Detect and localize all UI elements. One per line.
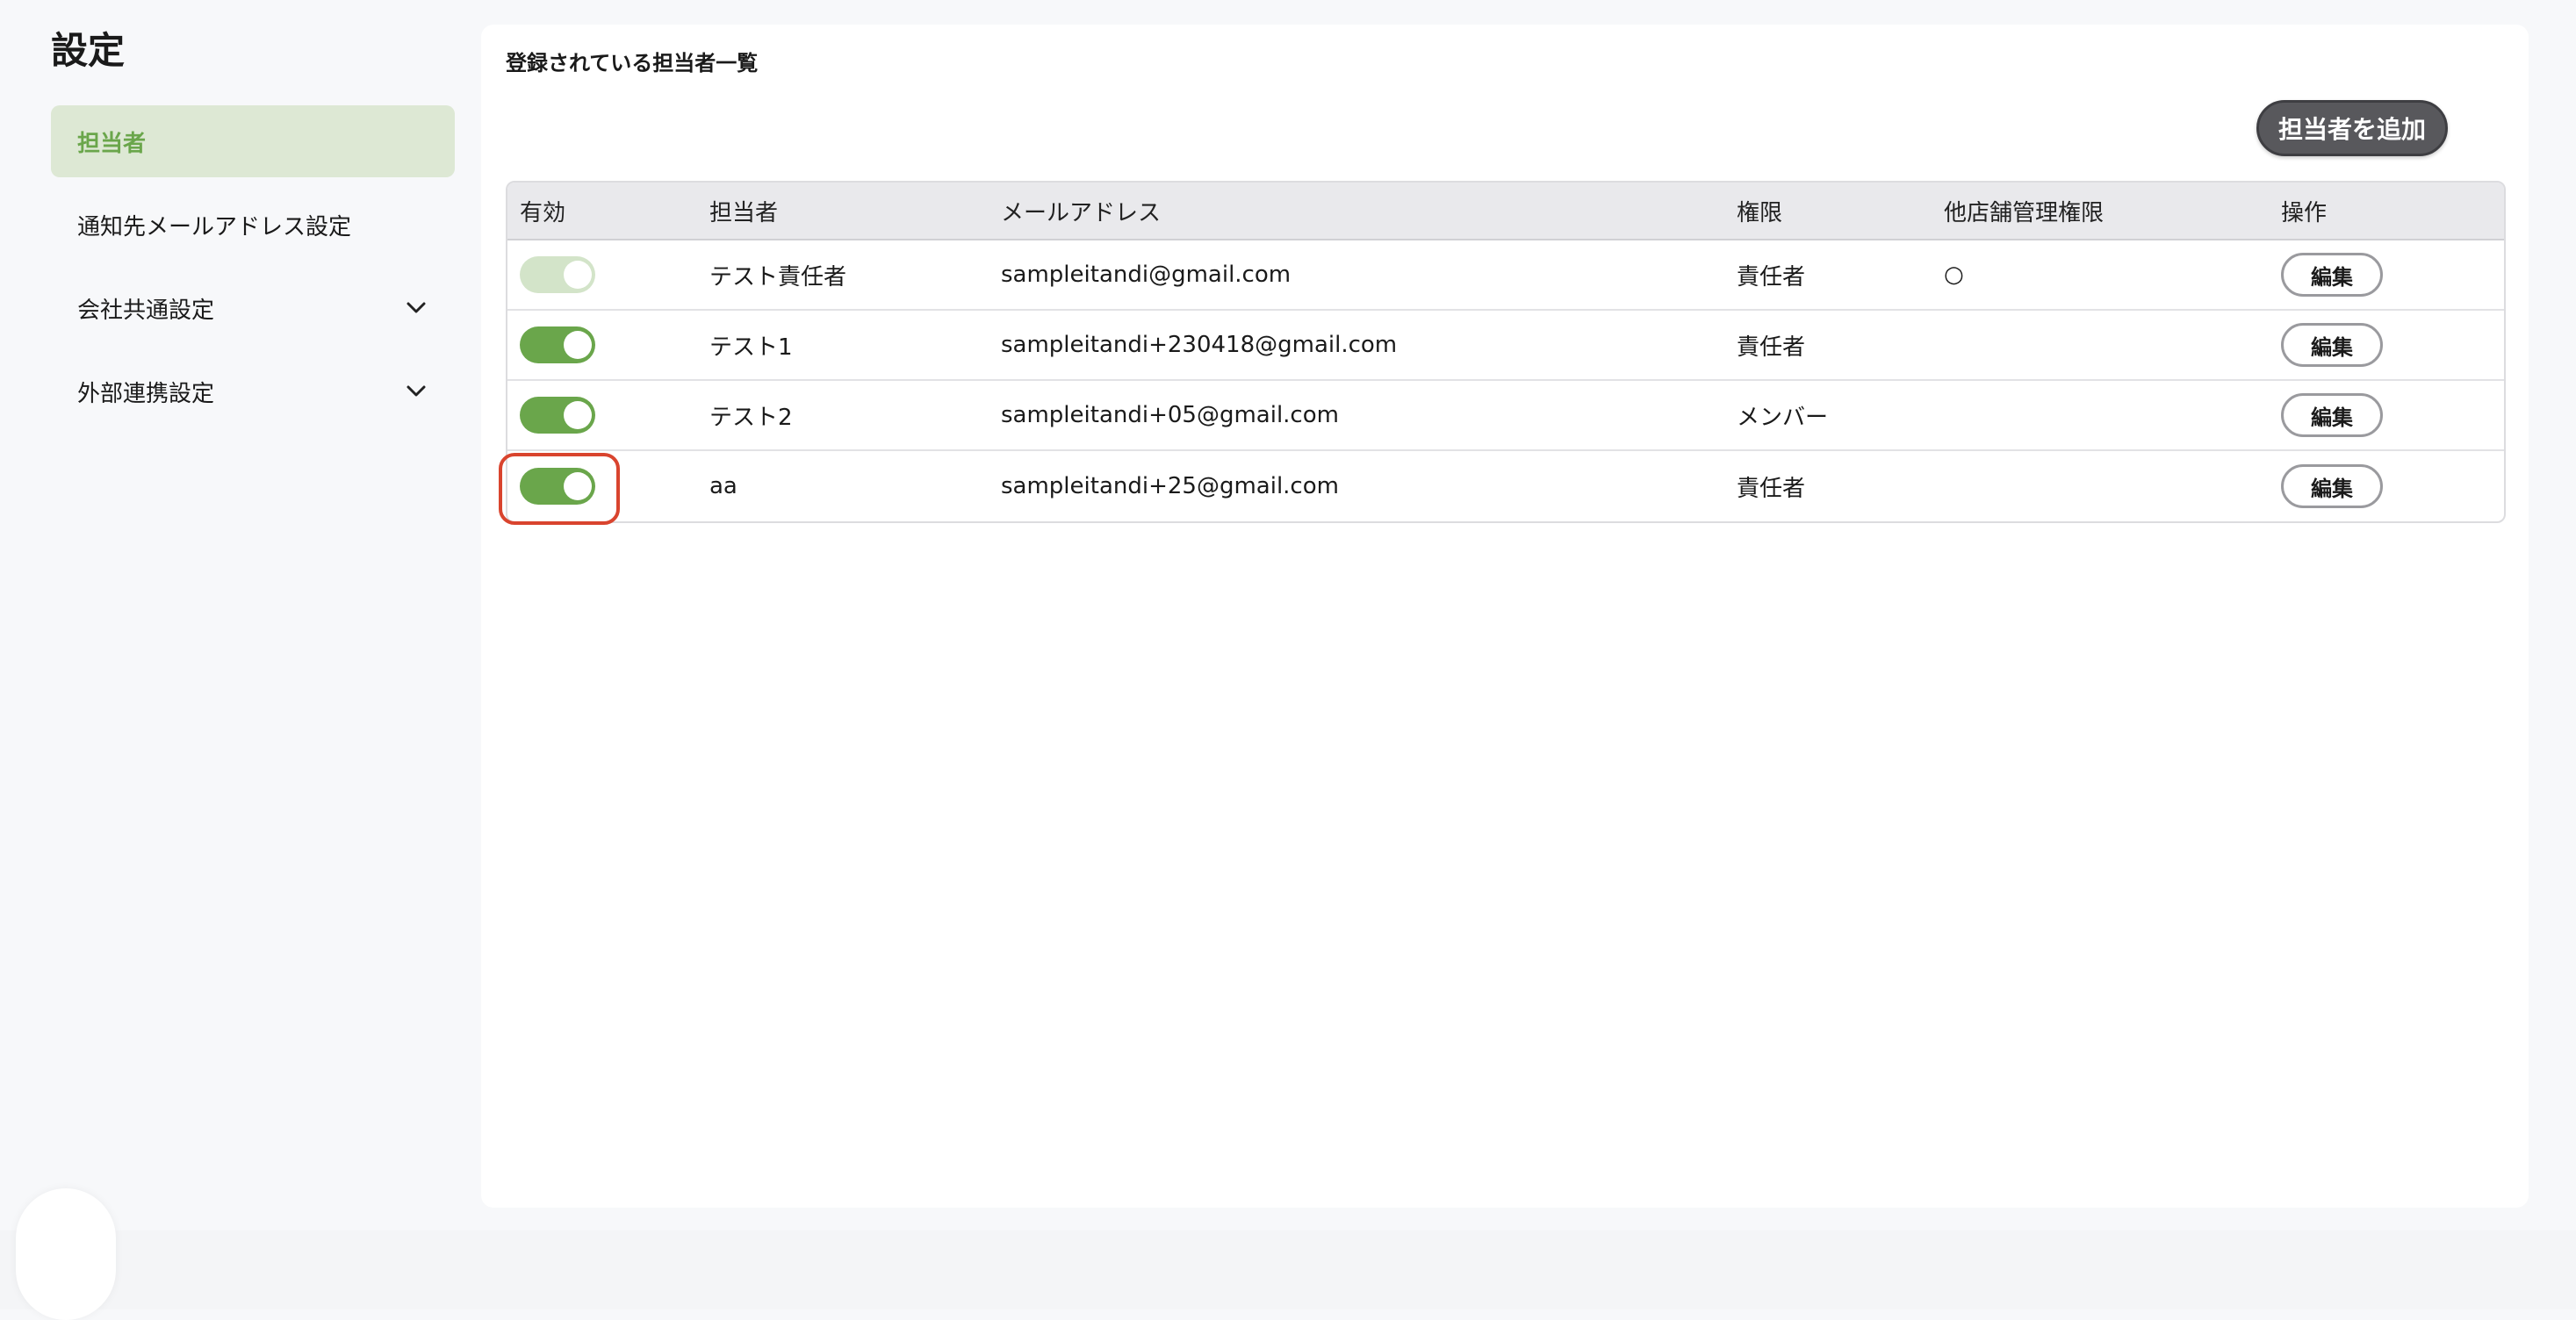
staff-role: 責任者 <box>1737 475 1806 502</box>
edit-button[interactable]: 編集 <box>2281 323 2383 367</box>
staff-name: テスト1 <box>709 334 793 361</box>
staff-name: テスト責任者 <box>709 263 847 291</box>
staff-role: 責任者 <box>1737 334 1806 361</box>
table-row: テスト1 sampleitandi+230418@gmail.com 責任者 編… <box>507 311 2504 381</box>
staff-list-panel: 登録されている担当者一覧 担当者を追加 有効 担当者 メールアドレス 権限 他店… <box>481 25 2529 1208</box>
add-staff-button[interactable]: 担当者を追加 <box>2256 100 2448 156</box>
staff-name: テスト2 <box>709 404 793 431</box>
staff-role: 責任者 <box>1737 263 1806 291</box>
sidebar-item-label: 担当者 <box>77 130 147 157</box>
column-header-email: メールアドレス <box>1001 199 1162 226</box>
sidebar-item-company-settings[interactable]: 会社共通設定 <box>51 272 455 344</box>
table-row: テスト2 sampleitandi+05@gmail.com メンバー 編集 <box>507 381 2504 451</box>
sidebar-item-external-integration[interactable]: 外部連携設定 <box>51 355 455 427</box>
staff-email: sampleitandi+05@gmail.com <box>1001 402 1339 428</box>
toggle-knob <box>564 472 592 500</box>
column-header-role: 権限 <box>1737 199 1783 226</box>
column-header-actions: 操作 <box>2281 199 2328 226</box>
floating-chat-bubble[interactable] <box>16 1188 116 1320</box>
page-title: 設定 <box>51 29 126 72</box>
column-header-enabled: 有効 <box>520 199 566 226</box>
edit-button[interactable]: 編集 <box>2281 464 2383 508</box>
staff-name: aa <box>709 473 738 499</box>
sidebar-item-label: 外部連携設定 <box>77 380 215 407</box>
sidebar-item-label: 通知先メールアドレス設定 <box>77 213 352 240</box>
table-header: 有効 担当者 メールアドレス 権限 他店舗管理権限 操作 <box>507 183 2504 240</box>
staff-email: sampleitandi+25@gmail.com <box>1001 473 1339 499</box>
multi-store-permission: ○ <box>1944 262 1964 288</box>
footer-band <box>0 1230 2576 1309</box>
chevron-down-icon <box>404 379 428 404</box>
column-header-staff: 担当者 <box>709 199 779 226</box>
staff-role: メンバー <box>1737 404 1829 431</box>
enabled-toggle[interactable] <box>520 256 595 293</box>
staff-table: 有効 担当者 メールアドレス 権限 他店舗管理権限 操作 テスト責任者 samp… <box>506 181 2506 523</box>
sidebar-item-staff[interactable]: 担当者 <box>51 105 455 177</box>
table-row: テスト責任者 sampleitandi@gmail.com 責任者 ○ 編集 <box>507 240 2504 311</box>
column-header-multi-store: 他店舗管理権限 <box>1944 199 2105 226</box>
table-row: aa sampleitandi+25@gmail.com 責任者 編集 <box>507 451 2504 521</box>
staff-email: sampleitandi+230418@gmail.com <box>1001 332 1398 358</box>
section-title: 登録されている担当者一覧 <box>506 51 759 75</box>
toggle-knob <box>564 401 592 429</box>
enabled-toggle[interactable] <box>520 397 595 434</box>
edit-button[interactable]: 編集 <box>2281 253 2383 297</box>
sidebar-item-notification-email[interactable]: 通知先メールアドレス設定 <box>51 189 455 261</box>
enabled-toggle[interactable] <box>520 326 595 363</box>
sidebar: 担当者 通知先メールアドレス設定 会社共通設定 外部連携設定 <box>51 105 455 439</box>
toggle-knob <box>564 331 592 359</box>
sidebar-item-label: 会社共通設定 <box>77 297 215 324</box>
enabled-toggle[interactable] <box>520 468 595 505</box>
staff-email: sampleitandi@gmail.com <box>1001 262 1292 288</box>
chevron-down-icon <box>404 296 428 320</box>
toggle-knob <box>564 261 592 289</box>
edit-button[interactable]: 編集 <box>2281 393 2383 437</box>
